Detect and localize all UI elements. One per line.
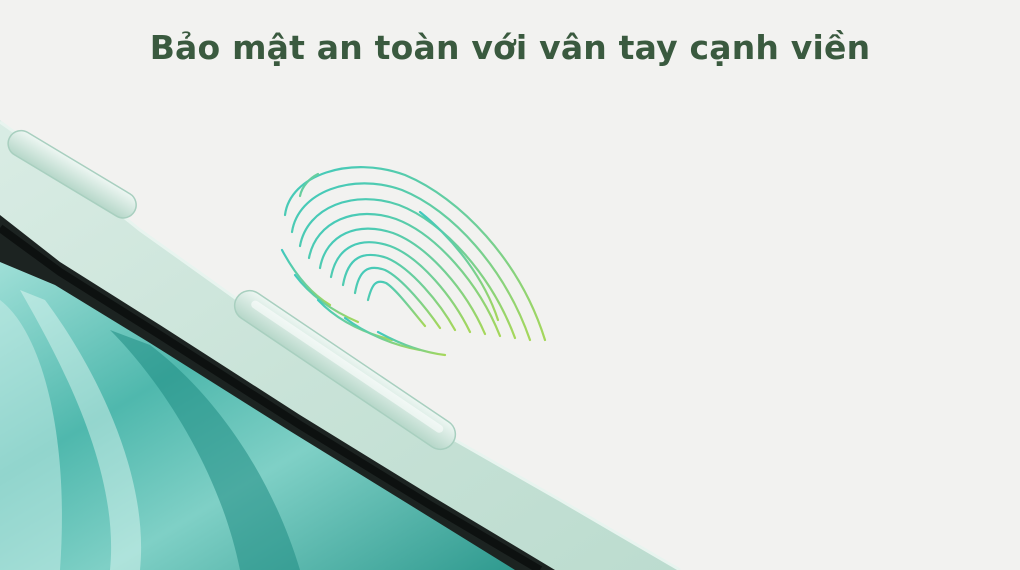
tablet-edge-photo: [0, 120, 681, 570]
product-banner: Bảo mật an toàn với vân tay cạnh viền: [0, 0, 1020, 570]
fingerprint-icon: [280, 166, 547, 357]
